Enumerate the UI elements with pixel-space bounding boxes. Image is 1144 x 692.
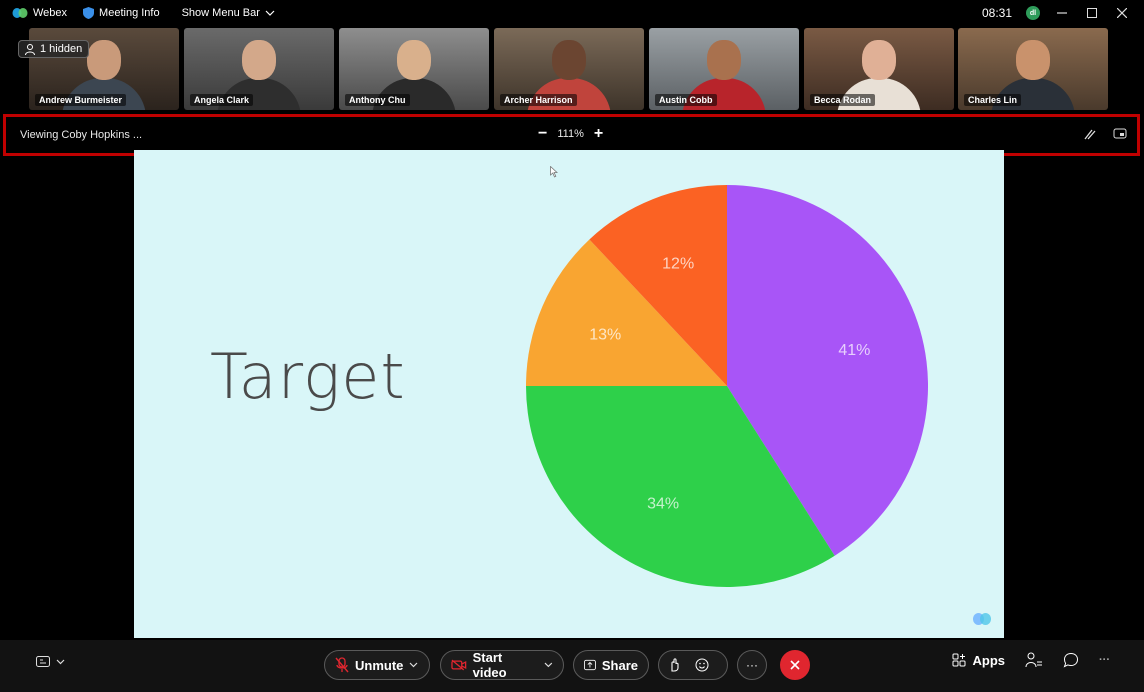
raise-hand-icon[interactable]	[669, 658, 681, 672]
participant-face	[862, 40, 896, 80]
unmute-label: Unmute	[355, 657, 404, 673]
start-video-label: Start video	[472, 650, 507, 680]
close-icon	[1117, 8, 1127, 18]
close-button[interactable]	[1114, 5, 1130, 21]
zoom-control: − 111% +	[538, 126, 603, 142]
zoom-in-button[interactable]: +	[594, 126, 603, 142]
share-screen-icon	[584, 659, 596, 671]
chevron-down-icon	[544, 662, 553, 668]
participant-tile[interactable]: Archer Harrison	[494, 28, 644, 110]
pie-slice-label: 41%	[838, 342, 870, 359]
apps-label: Apps	[972, 652, 1006, 668]
pop-out-icon[interactable]	[1113, 127, 1127, 141]
participant-tile[interactable]: Anthony Chu	[339, 28, 489, 110]
emoji-reaction-icon[interactable]	[695, 658, 709, 672]
participant-tile[interactable]: Charles Lin	[958, 28, 1108, 110]
title-bar: Webex Meeting Info Show Menu Bar 08:31 d…	[0, 0, 1144, 26]
more-options-label: ···	[746, 658, 758, 672]
zoom-level: 111%	[557, 128, 584, 140]
muted-microphone-icon	[335, 657, 349, 673]
participant-tile[interactable]: Angela Clark	[184, 28, 334, 110]
participant-face	[707, 40, 741, 80]
hidden-count-label: 1 hidden	[40, 43, 83, 55]
chat-icon[interactable]	[1063, 652, 1079, 668]
pie-chart: 41% 34% 13% 12%	[526, 185, 928, 587]
participant-face	[1016, 40, 1050, 80]
apps-grid-icon	[952, 653, 965, 666]
avatar[interactable]: dl	[1026, 6, 1040, 20]
participant-name: Becca Rodan	[810, 94, 876, 106]
webex-logo-icon	[12, 8, 28, 18]
reactions-group	[658, 650, 728, 680]
leave-meeting-button[interactable]	[780, 650, 810, 680]
pie-slice-label: 12%	[662, 256, 694, 273]
minimize-button[interactable]	[1054, 5, 1070, 21]
unmute-button[interactable]: Unmute	[324, 650, 430, 680]
webex-menu[interactable]: Webex	[12, 7, 67, 19]
closed-captions-icon	[36, 656, 50, 667]
zoom-out-button[interactable]: −	[538, 126, 547, 142]
participant-tile[interactable]: Austin Cobb	[649, 28, 799, 110]
webex-watermark-icon	[973, 613, 991, 625]
participant-face	[397, 40, 431, 80]
show-menu-bar-label: Show Menu Bar	[181, 7, 260, 19]
meeting-info-button[interactable]: Meeting Info	[83, 7, 160, 19]
share-label: Share	[601, 657, 638, 673]
start-video-button[interactable]: Start video	[440, 650, 564, 680]
participant-tile[interactable]: Becca Rodan	[804, 28, 954, 110]
chevron-down-icon	[265, 10, 275, 16]
app-name: Webex	[33, 7, 68, 19]
show-menu-bar-button[interactable]: Show Menu Bar	[182, 7, 275, 19]
participant-face	[242, 40, 276, 80]
participant-name: Austin Cobb	[655, 94, 717, 106]
chevron-down-icon	[409, 662, 418, 668]
minimize-icon	[1057, 12, 1067, 14]
mouse-cursor-icon	[550, 166, 558, 178]
viewing-label: Viewing Coby Hopkins ...	[20, 129, 143, 141]
participant-strip: 1 hidden Andrew Burmeister Angela Clark …	[0, 26, 1144, 112]
participant-name: Charles Lin	[964, 94, 1022, 106]
participant-name: Andrew Burmeister	[35, 94, 127, 106]
meeting-controls: Unmute Start video Share ··· Apps ···	[0, 640, 1144, 692]
more-options-button[interactable]: ···	[737, 650, 767, 680]
captions-button[interactable]	[36, 656, 65, 667]
participant-name: Archer Harrison	[500, 94, 577, 106]
participant-name: Anthony Chu	[345, 94, 410, 106]
meeting-info-label: Meeting Info	[99, 7, 160, 19]
chevron-down-icon	[56, 659, 65, 664]
share-button[interactable]: Share	[573, 650, 649, 680]
participants-icon[interactable]	[1025, 652, 1043, 668]
maximize-button[interactable]	[1084, 5, 1100, 21]
hidden-participants-pill[interactable]: 1 hidden	[18, 40, 90, 58]
person-icon	[25, 43, 35, 55]
video-off-icon	[451, 659, 467, 671]
participant-face	[552, 40, 586, 80]
participant-name: Angela Clark	[190, 94, 254, 106]
shared-slide: Target 41% 34% 13% 12%	[134, 150, 1004, 638]
annotate-icon[interactable]	[1083, 127, 1097, 141]
pie-slice-label: 34%	[647, 495, 679, 512]
overflow-menu-button[interactable]: ···	[1099, 654, 1110, 666]
pie-slice-label: 13%	[589, 326, 621, 343]
maximize-icon	[1087, 8, 1097, 18]
apps-button[interactable]: Apps	[952, 652, 1006, 668]
shield-icon	[83, 7, 95, 19]
close-icon	[790, 660, 800, 670]
participant-face	[87, 40, 121, 80]
clock: 08:31	[981, 6, 1012, 20]
